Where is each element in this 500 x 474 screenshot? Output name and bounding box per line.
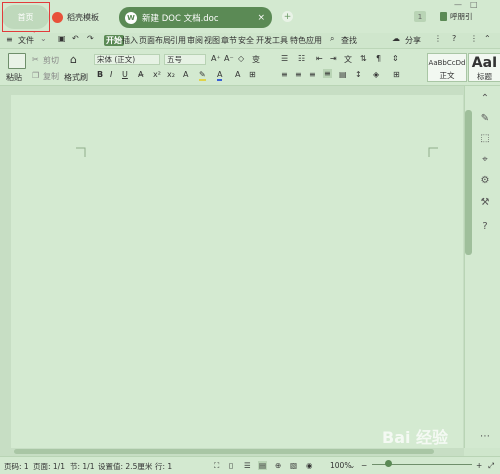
zoom-slider-handle[interactable] [385,460,392,467]
status-pages: 页面: 1/1 [33,462,65,471]
status-section: 节: 1/1 [70,462,95,471]
tools-icon[interactable]: ⚒ [478,196,492,210]
page-margin-marks [76,147,438,157]
adjust-icon[interactable]: ⚙ [478,174,492,188]
page-view-icon[interactable]: ▤ [258,461,268,470]
write-mode-icon[interactable]: ▧ [290,461,297,470]
fit-page-icon[interactable]: ⤢ [488,461,494,471]
read-mode-icon[interactable]: ▯ [229,461,233,470]
watermark: Bai 经验 [382,428,449,447]
zoom-out-icon[interactable]: − [361,461,367,470]
vertical-scrollbar[interactable] [465,110,472,255]
web-view-icon[interactable]: ⊕ [275,461,281,470]
status-page-number: 页码: 1 [4,462,29,471]
help-circle-icon[interactable]: ? [478,220,492,234]
select-icon[interactable]: ⬚ [478,132,492,146]
status-setting: 设置值: 2.5厘米 [98,462,153,471]
eye-protection-icon[interactable]: ◉ [306,461,313,470]
horizontal-scrollbar[interactable] [14,449,434,454]
zoom-in-icon[interactable]: + [476,461,482,470]
zoom-dropdown-icon[interactable]: ⌄ [349,461,355,470]
scroll-up-icon[interactable]: ⌃ [478,92,492,106]
fullscreen-icon[interactable]: ⛶ [214,461,219,471]
edit-icon[interactable]: ✎ [478,112,492,126]
sidebar-more-icon[interactable]: ⋯ [478,430,492,444]
location-icon[interactable]: ⌖ [478,153,492,167]
status-column: 行: 1 [155,462,173,471]
outline-view-icon[interactable]: ☰ [244,461,251,470]
